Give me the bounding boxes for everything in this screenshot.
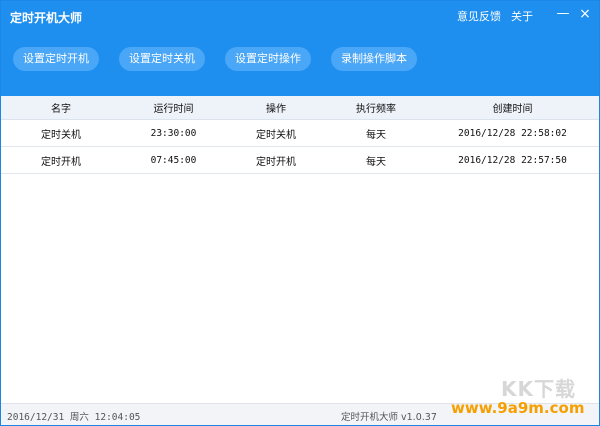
cell-operation: 定时开机 bbox=[256, 156, 296, 168]
column-header-frequency[interactable]: 执行频率 bbox=[326, 96, 426, 119]
record-operation-script-button[interactable]: 录制操作脚本 bbox=[331, 47, 417, 71]
set-scheduled-shutdown-button[interactable]: 设置定时关机 bbox=[119, 47, 205, 71]
minimize-icon[interactable]: — bbox=[555, 6, 571, 22]
close-icon[interactable]: × bbox=[577, 6, 593, 22]
about-link[interactable]: 关于 bbox=[511, 8, 533, 24]
column-header-operation[interactable]: 操作 bbox=[226, 96, 326, 119]
header-bar: 定时开机大师 意见反馈 关于 — × 设置定时开机 设置定时关机 设置定时操作 … bbox=[1, 1, 599, 96]
table-row[interactable]: 定时关机 23:30:00 定时关机 每天 2016/12/28 22:58:0… bbox=[1, 120, 599, 147]
column-header-created-time[interactable]: 创建时间 bbox=[426, 96, 599, 119]
cell-frequency: 每天 bbox=[366, 156, 386, 168]
cell-name: 定时开机 bbox=[41, 156, 81, 168]
feedback-link[interactable]: 意见反馈 bbox=[457, 8, 501, 24]
cell-run-time: 07:45:00 bbox=[150, 154, 197, 166]
cell-operation: 定时关机 bbox=[256, 129, 296, 141]
app-window: 定时开机大师 意见反馈 关于 — × 设置定时开机 设置定时关机 设置定时操作 … bbox=[0, 0, 600, 426]
table-row[interactable]: 定时开机 07:45:00 定时开机 每天 2016/12/28 22:57:5… bbox=[1, 147, 599, 174]
table-header: 名字 运行时间 操作 执行频率 创建时间 bbox=[1, 96, 599, 120]
set-scheduled-operation-button[interactable]: 设置定时操作 bbox=[225, 47, 311, 71]
top-links: 意见反馈 关于 bbox=[457, 8, 533, 24]
cell-frequency: 每天 bbox=[366, 129, 386, 141]
cell-run-time: 23:30:00 bbox=[150, 127, 197, 139]
watermark-site: www.9a9m.com bbox=[451, 399, 585, 417]
status-version: 定时开机大师 v1.0.37 bbox=[341, 412, 437, 423]
watermark-logo: KK下载 bbox=[501, 377, 576, 401]
column-header-run-time[interactable]: 运行时间 bbox=[121, 96, 226, 119]
action-buttons: 设置定时开机 设置定时关机 设置定时操作 录制操作脚本 bbox=[13, 47, 417, 71]
column-header-name[interactable]: 名字 bbox=[1, 96, 121, 119]
status-datetime: 2016/12/31 周六 12:04:05 bbox=[7, 412, 141, 423]
cell-created-time: 2016/12/28 22:57:50 bbox=[458, 154, 567, 166]
app-title: 定时开机大师 bbox=[10, 11, 83, 25]
cell-name: 定时关机 bbox=[41, 129, 81, 141]
cell-created-time: 2016/12/28 22:58:02 bbox=[458, 127, 567, 139]
set-scheduled-startup-button[interactable]: 设置定时开机 bbox=[13, 47, 99, 71]
task-table: 名字 运行时间 操作 执行频率 创建时间 定时关机 23:30:00 定时关机 … bbox=[1, 96, 599, 174]
